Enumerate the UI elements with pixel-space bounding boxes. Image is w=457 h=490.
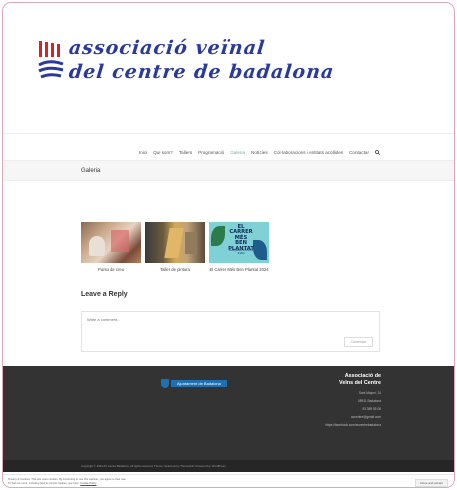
submit-comment-button[interactable]: Comentar	[343, 337, 373, 347]
comment-form: Comentar	[81, 311, 380, 352]
gallery-item[interactable]: EL CARRER MÉS BEN PLANTAT Inscripcions f…	[209, 222, 269, 272]
logo-line-2: del centre de badalona	[67, 61, 336, 83]
footer-email[interactable]: avcentre@gmail.com	[325, 415, 381, 419]
header-divider	[3, 133, 454, 134]
nav-item-programacio[interactable]: Programació	[198, 150, 224, 157]
gallery-grid: Punto de creu Taller de pintura EL CARRE…	[81, 222, 269, 272]
nav-item-qui-som[interactable]: Qui som?	[153, 150, 173, 157]
main-nav: Inici Qui som? Tallers Programació Galer…	[139, 150, 380, 157]
page-frame: associació veïnal del centre de badalona…	[2, 2, 455, 488]
site-footer: Ajuntament de Badalona Associació de Veï…	[3, 366, 454, 460]
comment-input[interactable]	[82, 312, 379, 351]
gallery-image-carrer-plantat[interactable]: EL CARRER MÉS BEN PLANTAT Inscripcions f…	[209, 222, 269, 263]
nav-item-tallers[interactable]: Tallers	[179, 150, 192, 157]
gallery-item[interactable]: Punto de creu	[81, 222, 141, 272]
logo-stripes-icon	[38, 41, 64, 79]
nav-item-contactar[interactable]: Contactar	[349, 150, 369, 157]
cookie-text-line-2: To find out more, including how to contr…	[8, 481, 80, 485]
copyright-text: Copyright © 2024 AV Centre Badalona. All…	[81, 464, 227, 468]
cookie-policy-link[interactable]: Cookie Policy	[80, 482, 96, 485]
nav-item-inici[interactable]: Inici	[139, 150, 147, 157]
reply-heading: Leave a Reply	[81, 291, 128, 298]
footer-org-line-1: Associació de	[344, 373, 381, 379]
cookie-banner: Privacy & Cookies: This site uses cookie…	[3, 474, 454, 487]
gallery-image-punto-de-creu[interactable]	[81, 222, 141, 263]
page-title-bar: Galeria	[3, 160, 454, 181]
footer-org-line-2: Veïns del Centre	[339, 380, 381, 386]
footer-phone: 93 389 55 06	[362, 407, 381, 411]
site-logo[interactable]: associació veïnal del centre de badalona	[37, 37, 357, 89]
page-title: Galeria	[81, 168, 101, 174]
cookie-accept-button[interactable]: Close and accept	[414, 479, 448, 487]
nav-item-noticies[interactable]: Notícies	[251, 150, 268, 157]
gallery-caption[interactable]: Taller de pintura	[145, 267, 205, 272]
gallery-caption[interactable]: Punto de creu	[81, 267, 141, 272]
gallery-item[interactable]: Taller de pintura	[145, 222, 205, 272]
footer-contact: Associació de Veïns del Centre Sant Miqu…	[325, 373, 381, 427]
cookie-text: Privacy & Cookies: This site uses cookie…	[8, 478, 208, 485]
search-icon[interactable]	[375, 150, 380, 157]
footer-address: Sant Miquel, 24	[358, 391, 381, 395]
gallery-caption[interactable]: El Carrer Més Ben Plantat 2024	[209, 267, 269, 272]
poster-title: EL CARRER MÉS BEN PLANTAT	[228, 224, 254, 252]
ajuntament-label: Ajuntament de Badalona	[171, 380, 227, 387]
logo-line-1: associació veïnal	[67, 37, 267, 59]
footer-web[interactable]: https://facebook.com/avcentrebadalona	[325, 423, 381, 427]
ajuntament-badge[interactable]: Ajuntament de Badalona	[161, 379, 227, 388]
gallery-image-taller-pintura[interactable]	[145, 222, 205, 263]
crest-icon	[161, 379, 169, 388]
footer-postcode: 08911 Badalona	[358, 399, 381, 403]
nav-item-collaboracions[interactable]: Col·laboracions i entitats acollides	[274, 150, 343, 157]
footer-bottom-bar: Copyright © 2024 AV Centre Badalona. All…	[3, 460, 454, 472]
poster-subtitle: Inscripcions fins al 12 d'abril	[229, 249, 253, 255]
nav-item-galeria[interactable]: Galeria	[230, 150, 245, 157]
cookie-text-line-1: Privacy & Cookies: This site uses cookie…	[8, 478, 127, 481]
